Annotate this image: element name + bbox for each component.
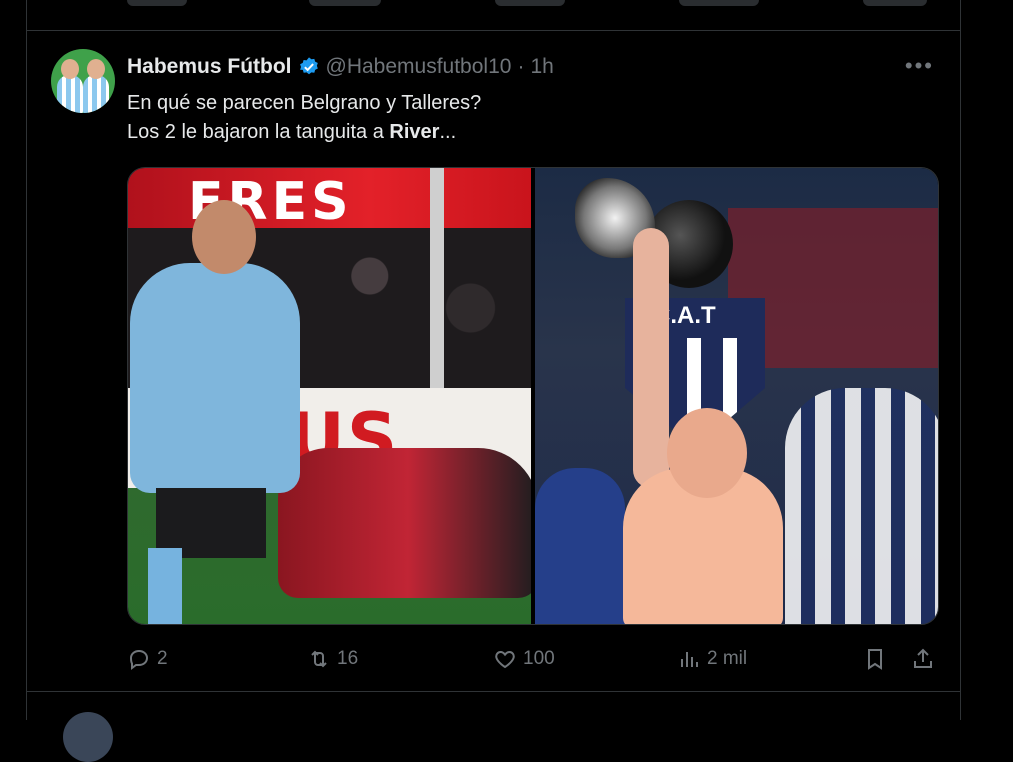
heart-icon <box>495 650 515 669</box>
retweet-button[interactable]: 16 <box>307 639 358 679</box>
tweet-text-bold: River <box>389 121 440 143</box>
crest-stripe <box>687 338 701 418</box>
prev-views-fragment <box>679 0 759 6</box>
tweet-header: Habemus Fútbol @Habemusfutbol10 · 1h <box>127 53 554 81</box>
tweet-actions: 2 16 100 2 mil <box>127 639 937 679</box>
avatar-figure <box>83 75 109 113</box>
tweet-text-fragment: Los 2 le bajaron la tanguita a <box>127 121 390 143</box>
prev-bookmark-share-fragment <box>863 0 927 6</box>
user-handle[interactable]: @Habemusfutbol10 <box>326 55 512 79</box>
avatar-face <box>61 59 79 79</box>
verified-badge-icon <box>299 57 318 75</box>
like-count: 100 <box>523 648 555 669</box>
avatar-face <box>87 59 105 79</box>
previous-tweet-actions <box>27 0 960 31</box>
prev-reply-fragment <box>127 0 187 6</box>
teammate <box>535 468 625 624</box>
reply-icon <box>129 649 149 670</box>
retweet-icon <box>311 650 327 668</box>
prev-like-fragment <box>495 0 565 6</box>
fallen-player <box>278 448 531 598</box>
raised-arm <box>633 228 669 488</box>
bookmark-button[interactable] <box>863 639 887 679</box>
reply-count: 2 <box>157 648 168 669</box>
player-leg <box>148 548 182 624</box>
tweet-text-line: Los 2 le bajaron la tanguita a River... <box>127 118 481 147</box>
tweet-text-line: En qué se parecen Belgrano y Talleres? <box>127 92 482 114</box>
separator: · <box>517 55 525 78</box>
retweet-count: 16 <box>337 648 359 669</box>
media-grid[interactable]: ERES US C.A.T <box>127 167 939 625</box>
prev-retweet-fragment <box>309 0 381 6</box>
teammates <box>785 388 938 624</box>
tweet[interactable]: Habemus Fútbol @Habemusfutbol10 · 1h •••… <box>27 31 960 692</box>
views-count: 2 mil <box>707 648 748 669</box>
timeline-column: Habemus Fútbol @Habemusfutbol10 · 1h •••… <box>26 0 961 762</box>
views-icon <box>681 652 698 667</box>
display-name[interactable]: Habemus Fútbol <box>127 55 292 79</box>
player-head <box>192 200 256 274</box>
goalkeeper-head <box>667 408 747 498</box>
bookmark-icon <box>868 649 882 670</box>
crest-stripe <box>723 338 737 418</box>
photo-talleres[interactable]: C.A.T <box>535 168 938 624</box>
more-options-icon[interactable]: ••• <box>905 53 934 79</box>
share-button[interactable] <box>911 639 935 679</box>
tweet-text: En qué se parecen Belgrano y Talleres? L… <box>127 89 481 147</box>
reply-button[interactable]: 2 <box>127 639 168 679</box>
views-button[interactable]: 2 mil <box>677 639 747 679</box>
photo-belgrano[interactable]: ERES US <box>128 168 531 624</box>
avatar-figure <box>57 75 83 113</box>
share-icon <box>914 648 932 668</box>
like-button[interactable]: 100 <box>493 639 555 679</box>
stadium-banner: ERES <box>128 168 531 232</box>
timestamp[interactable]: 1h <box>530 55 553 79</box>
avatar[interactable] <box>51 49 115 113</box>
tweet-text-fragment: ... <box>439 121 457 143</box>
celebrating-player <box>130 263 300 493</box>
